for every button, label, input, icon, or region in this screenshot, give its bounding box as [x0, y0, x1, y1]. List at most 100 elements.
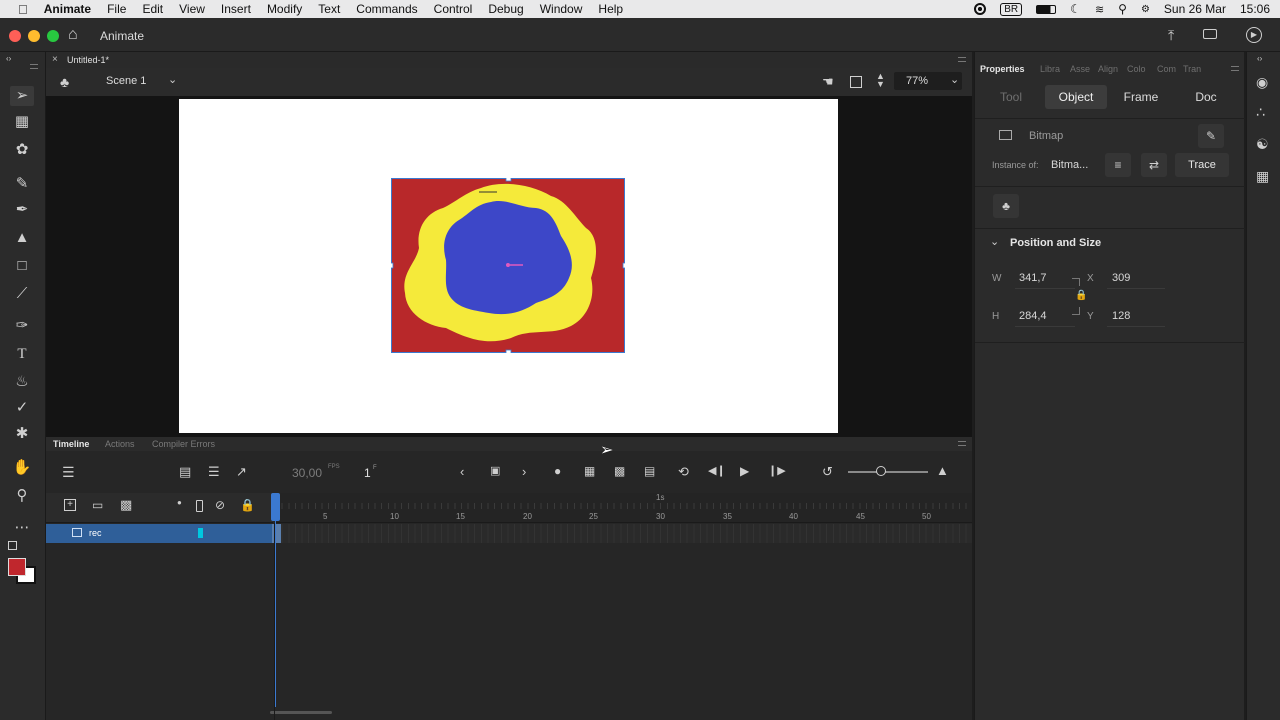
panel-collapse-icon[interactable]: ‹› — [1257, 54, 1262, 63]
close-window-button[interactable] — [9, 30, 21, 42]
constrain-lock-icon[interactable]: 🔒 — [1075, 290, 1087, 301]
layer-name[interactable]: rec — [89, 528, 102, 538]
outline-layers-icon[interactable] — [196, 500, 203, 512]
playhead-handle[interactable] — [271, 493, 280, 521]
undo-scale-icon[interactable]: ↺ — [822, 464, 833, 480]
line-tool-icon[interactable]: ⟋ — [10, 284, 34, 304]
menu-animate[interactable]: Animate — [44, 2, 91, 16]
step-back-icon[interactable]: ◀❙ — [708, 464, 726, 477]
section-collapse-chevron-icon[interactable]: ⌄ — [990, 235, 999, 248]
insert-keyframe-icon[interactable]: ▣ — [490, 464, 500, 477]
panel-grip-icon[interactable] — [30, 64, 38, 69]
pencil-brush-tool-icon[interactable]: ✎ — [10, 174, 34, 194]
convert-to-symbol-icon[interactable]: ♣ — [993, 194, 1019, 218]
menu-control[interactable]: Control — [434, 2, 473, 16]
tab-actions[interactable]: Actions — [105, 439, 135, 449]
layer-parenting-icon[interactable]: ☰ — [208, 464, 220, 480]
panel-layout-icon[interactable] — [1203, 29, 1217, 39]
test-movie-play-icon[interactable]: ▶ — [1246, 27, 1262, 43]
input-source-badge[interactable]: BR — [1000, 2, 1023, 16]
tab-library[interactable]: Libra — [1040, 64, 1060, 74]
tab-properties[interactable]: Properties — [980, 64, 1025, 74]
fill-color-swatch[interactable] — [8, 558, 26, 576]
align-panel-icon[interactable]: ∴ — [1256, 104, 1265, 121]
scene-name[interactable]: Scene 1 — [106, 75, 146, 87]
highlight-layers-icon[interactable]: ● — [177, 498, 182, 507]
height-value[interactable]: 284,4 — [1019, 310, 1047, 322]
tab-assets[interactable]: Asse — [1070, 64, 1090, 74]
panel-menu-icon[interactable] — [958, 441, 966, 446]
edit-symbols-icon[interactable]: ♣ — [60, 74, 69, 90]
scene-chevron-down-icon[interactable]: ⌄ — [168, 73, 177, 86]
center-stage-icon[interactable]: ▲ ▼ — [876, 72, 885, 89]
sub-tab-doc[interactable]: Doc — [1179, 85, 1233, 109]
menu-modify[interactable]: Modify — [267, 2, 302, 16]
layer-type-icon[interactable] — [72, 528, 82, 537]
width-value[interactable]: 341,7 — [1019, 272, 1047, 284]
instance-of-value[interactable]: Bitma... — [1051, 159, 1088, 171]
document-tab[interactable]: Untitled-1* — [67, 55, 109, 65]
hide-layers-icon[interactable]: ⊘ — [215, 498, 225, 512]
lock-layers-icon[interactable]: 🔒 — [240, 498, 255, 512]
zoom-tool-icon[interactable]: ⚲ — [10, 486, 34, 506]
control-center-icon[interactable]: ⚙ — [1141, 4, 1150, 15]
menu-debug[interactable]: Debug — [488, 2, 523, 16]
edit-multiple-frames-icon[interactable]: ▦ — [584, 464, 595, 478]
play-icon[interactable]: ▶ — [740, 464, 749, 478]
y-value[interactable]: 128 — [1112, 310, 1130, 322]
home-icon[interactable]: ⌂ — [68, 26, 78, 44]
menu-commands[interactable]: Commands — [356, 2, 417, 16]
x-value[interactable]: 309 — [1112, 272, 1130, 284]
sub-tab-tool[interactable]: Tool — [985, 85, 1037, 109]
delete-layer-icon[interactable]: ▩ — [120, 497, 132, 513]
tab-compiler-errors[interactable]: Compiler Errors — [152, 439, 215, 449]
pen-tool-icon[interactable]: ✑ — [10, 316, 34, 336]
spotlight-search-icon[interactable]: ⚲ — [1118, 2, 1127, 16]
next-keyframe-icon[interactable]: › — [522, 464, 526, 479]
menu-insert[interactable]: Insert — [221, 2, 251, 16]
tab-align[interactable]: Align — [1098, 64, 1118, 74]
panel-collapse-icon[interactable]: ‹› — [6, 54, 11, 63]
timeline-zoom-slider-thumb[interactable] — [876, 466, 886, 476]
tab-color[interactable]: Colo — [1127, 64, 1146, 74]
wifi-icon[interactable]: ≋ — [1095, 3, 1104, 16]
focus-moon-icon[interactable]: ☾ — [1070, 2, 1081, 16]
section-title[interactable]: Position and Size — [1010, 237, 1101, 249]
current-frame[interactable]: 1 — [364, 466, 371, 480]
tab-transform[interactable]: Tran — [1183, 64, 1201, 74]
stage-rotation-icon[interactable]: ☚ — [822, 74, 834, 90]
free-transform-tool-icon[interactable]: ▦ — [10, 112, 34, 132]
clip-content-icon[interactable] — [850, 76, 862, 88]
hand-tool-icon[interactable]: ✋ — [10, 458, 34, 478]
zoom-window-button[interactable] — [47, 30, 59, 42]
step-forward-icon[interactable]: ❙▶ — [768, 464, 786, 477]
menu-view[interactable]: View — [179, 2, 205, 16]
motion-presets-icon[interactable]: ☯ — [1256, 136, 1269, 153]
sub-tab-object[interactable]: Object — [1045, 85, 1107, 109]
zoom-chevron-down-icon[interactable]: ⌄ — [950, 73, 959, 86]
menu-text[interactable]: Text — [318, 2, 340, 16]
tab-components[interactable]: Com — [1157, 64, 1176, 74]
swap-bitmap-icon[interactable]: ⇄ — [1141, 153, 1167, 177]
tab-timeline[interactable]: Timeline — [53, 439, 89, 449]
bitmap-properties-icon[interactable]: ≡ — [1105, 153, 1131, 177]
paint-bucket-tool-icon[interactable]: ♨ — [10, 372, 34, 392]
pin-tool-icon[interactable]: ✱ — [10, 424, 34, 444]
menu-edit[interactable]: Edit — [142, 2, 163, 16]
lasso-tool-icon[interactable]: ✿ — [10, 140, 34, 160]
layer-color-swatch[interactable] — [198, 528, 203, 538]
sub-tab-frame[interactable]: Frame — [1113, 85, 1169, 109]
rectangle-tool-icon[interactable]: □ — [10, 256, 34, 276]
timeline-zoom-slider[interactable] — [848, 471, 928, 473]
components-panel-icon[interactable]: ▦ — [1256, 168, 1269, 185]
eyedropper-tool-icon[interactable]: ✓ — [10, 398, 34, 418]
swap-colors-icon[interactable] — [8, 541, 17, 550]
fit-frames-icon[interactable]: ▲ — [936, 463, 949, 478]
stage[interactable] — [179, 99, 838, 433]
color-panel-icon[interactable]: ◉ — [1256, 74, 1268, 91]
edit-bitmap-pencil-icon[interactable]: ✎ — [1198, 124, 1224, 148]
panel-grip-icon[interactable] — [958, 57, 966, 62]
bitmap-instance[interactable] — [389, 176, 627, 355]
record-indicator-icon[interactable] — [974, 3, 987, 15]
add-layer-icon[interactable]: + — [64, 499, 76, 511]
